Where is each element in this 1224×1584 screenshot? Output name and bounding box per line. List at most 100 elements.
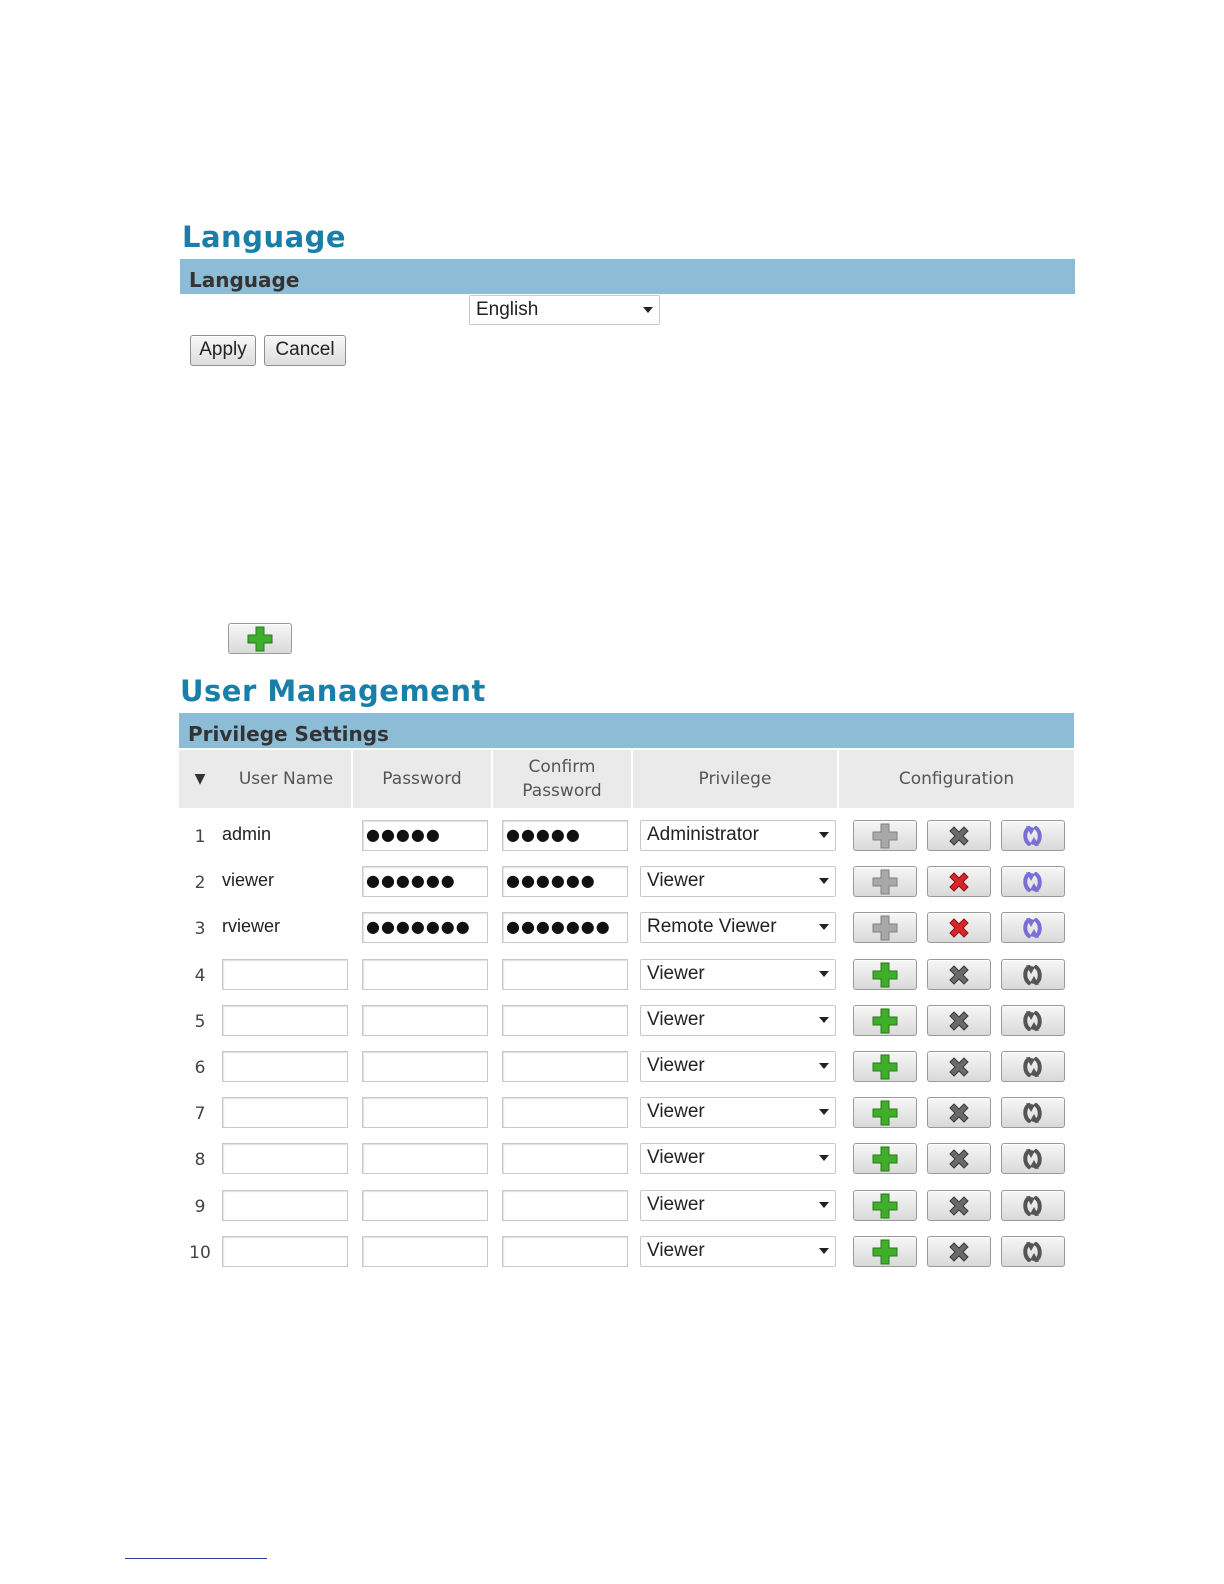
- privilege-select[interactable]: Viewer: [640, 866, 836, 897]
- footer-divider: [125, 1558, 267, 1559]
- chevron-down-icon: [819, 1017, 829, 1023]
- refresh-row-button[interactable]: [1001, 912, 1065, 943]
- refresh-row-button[interactable]: [1001, 820, 1065, 851]
- confirm-password-field[interactable]: ●●●●●●: [502, 866, 628, 897]
- password-field[interactable]: ●●●●●: [362, 820, 488, 851]
- delete-row-button[interactable]: [927, 959, 991, 990]
- table-row: 9 Viewer: [0, 1190, 1224, 1222]
- user-name-field[interactable]: [222, 1005, 348, 1036]
- password-field[interactable]: ●●●●●●●: [362, 912, 488, 943]
- row-number: 10: [189, 1243, 211, 1263]
- delete-row-button[interactable]: [927, 1097, 991, 1128]
- user-name-field[interactable]: [222, 1143, 348, 1174]
- refresh-row-button[interactable]: [1001, 1190, 1065, 1221]
- delete-row-button[interactable]: [927, 866, 991, 897]
- refresh-icon: [1023, 1148, 1042, 1169]
- confirm-password-field[interactable]: [502, 1051, 628, 1082]
- add-row-button[interactable]: [853, 959, 917, 990]
- privilege-select[interactable]: Remote Viewer: [640, 912, 836, 943]
- user-name-field[interactable]: [222, 1236, 348, 1267]
- confirm-password-field[interactable]: [502, 1236, 628, 1267]
- privilege-select[interactable]: Viewer: [640, 1143, 836, 1174]
- delete-row-button[interactable]: [927, 1143, 991, 1174]
- table-row: 7 Viewer: [0, 1097, 1224, 1129]
- add-row-button[interactable]: [853, 1097, 917, 1128]
- privilege-select[interactable]: Administrator: [640, 820, 836, 851]
- refresh-row-button[interactable]: [1001, 959, 1065, 990]
- table-row: 6 Viewer: [0, 1051, 1224, 1083]
- confirm-password-field[interactable]: ●●●●●: [502, 820, 628, 851]
- add-row-button[interactable]: [853, 866, 917, 897]
- password-field[interactable]: [362, 1236, 488, 1267]
- refresh-icon: [1023, 1241, 1042, 1262]
- user-name-field[interactable]: [222, 1051, 348, 1082]
- privilege-select[interactable]: Viewer: [640, 1097, 836, 1128]
- password-field[interactable]: ●●●●●●: [362, 866, 488, 897]
- table-row: 1 admin ●●●●● ●●●●● Administrator: [0, 820, 1224, 852]
- add-row-button[interactable]: [853, 912, 917, 943]
- delete-row-button[interactable]: [927, 1236, 991, 1267]
- privilege-select-value: Viewer: [647, 1009, 705, 1030]
- confirm-password-field[interactable]: ●●●●●●●: [502, 912, 628, 943]
- password-field[interactable]: [362, 1005, 488, 1036]
- add-row-button[interactable]: [853, 1190, 917, 1221]
- chevron-down-icon: [819, 832, 829, 838]
- add-row-button[interactable]: [853, 1051, 917, 1082]
- add-row-button[interactable]: [853, 1143, 917, 1174]
- privilege-select[interactable]: Viewer: [640, 1236, 836, 1267]
- column-header-configuration: Configuration: [898, 769, 1015, 789]
- delete-row-button[interactable]: [927, 820, 991, 851]
- sort-toggle[interactable]: ▼: [179, 750, 221, 808]
- language-select[interactable]: English: [469, 295, 660, 325]
- password-field[interactable]: [362, 1097, 488, 1128]
- row-number: 6: [194, 1058, 206, 1078]
- privilege-select-value: Viewer: [647, 870, 705, 891]
- password-field[interactable]: [362, 959, 488, 990]
- refresh-row-button[interactable]: [1001, 1051, 1065, 1082]
- privilege-select-value: Viewer: [647, 1194, 705, 1215]
- x-icon: [949, 1195, 969, 1216]
- cancel-button[interactable]: Cancel: [264, 335, 346, 366]
- row-number: 9: [194, 1197, 206, 1217]
- refresh-row-button[interactable]: [1001, 1143, 1065, 1174]
- privilege-select[interactable]: Viewer: [640, 1005, 836, 1036]
- user-name-field[interactable]: [222, 1190, 348, 1221]
- add-user-button[interactable]: [228, 623, 292, 654]
- delete-row-button[interactable]: [927, 1051, 991, 1082]
- confirm-password-field[interactable]: [502, 1097, 628, 1128]
- row-number: 5: [194, 1012, 206, 1032]
- user-name-field[interactable]: [222, 959, 348, 990]
- confirm-password-field[interactable]: [502, 1143, 628, 1174]
- delete-row-button[interactable]: [927, 1005, 991, 1036]
- confirm-password-field[interactable]: [502, 1190, 628, 1221]
- confirm-password-field[interactable]: [502, 959, 628, 990]
- confirm-password-field[interactable]: [502, 1005, 628, 1036]
- refresh-icon: [1023, 964, 1042, 985]
- table-header: ▼ User Name Password Confirm Password Pr…: [179, 750, 1074, 808]
- delete-row-button[interactable]: [927, 912, 991, 943]
- column-header-privilege: Privilege: [698, 769, 772, 789]
- add-row-button[interactable]: [853, 1005, 917, 1036]
- user-management-page-title: User Management: [180, 674, 486, 708]
- refresh-icon: [1023, 1102, 1042, 1123]
- delete-row-button[interactable]: [927, 1190, 991, 1221]
- password-field[interactable]: [362, 1143, 488, 1174]
- add-row-button[interactable]: [853, 820, 917, 851]
- plus-icon: [872, 1100, 898, 1125]
- refresh-row-button[interactable]: [1001, 1005, 1065, 1036]
- privilege-select[interactable]: Viewer: [640, 1190, 836, 1221]
- add-row-button[interactable]: [853, 1236, 917, 1267]
- refresh-row-button[interactable]: [1001, 1097, 1065, 1128]
- password-field[interactable]: [362, 1051, 488, 1082]
- privilege-settings-label: Privilege Settings: [188, 722, 389, 746]
- password-field[interactable]: [362, 1190, 488, 1221]
- chevron-down-icon: [819, 924, 829, 930]
- x-icon: [949, 825, 969, 846]
- table-row: 5 Viewer: [0, 1005, 1224, 1037]
- privilege-select[interactable]: Viewer: [640, 959, 836, 990]
- privilege-select[interactable]: Viewer: [640, 1051, 836, 1082]
- refresh-row-button[interactable]: [1001, 866, 1065, 897]
- apply-button[interactable]: Apply: [190, 335, 256, 366]
- user-name-field[interactable]: [222, 1097, 348, 1128]
- refresh-row-button[interactable]: [1001, 1236, 1065, 1267]
